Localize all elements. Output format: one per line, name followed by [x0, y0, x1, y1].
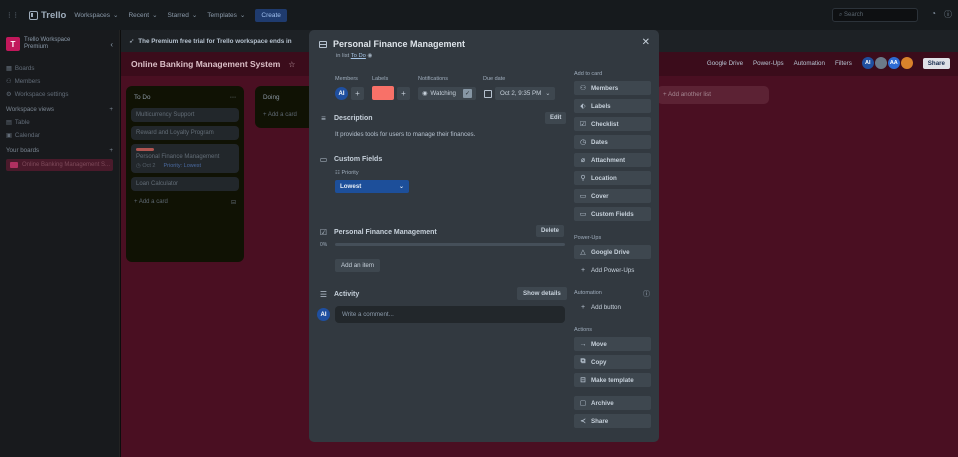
activity-icon: ☰	[319, 290, 328, 299]
description-text[interactable]: It provides tools for users to manage th…	[335, 131, 475, 138]
plus-icon: +	[580, 266, 586, 274]
member-avatar[interactable]: AI	[335, 87, 348, 100]
in-list-info: in list To Do ◉	[336, 53, 373, 59]
card-icon	[319, 40, 327, 48]
list-link[interactable]: To Do	[351, 53, 366, 59]
label-chip[interactable]	[372, 86, 394, 100]
chevron-down-icon: ⌄	[545, 90, 551, 97]
delete-checklist-button[interactable]: Delete	[536, 225, 565, 237]
show-details-button[interactable]: Show details	[517, 287, 567, 300]
move-button[interactable]: → Move	[574, 337, 651, 351]
plus-icon: +	[580, 303, 586, 311]
edit-description-button[interactable]: Edit	[545, 112, 567, 124]
watching-button[interactable]: ◉ Watching ✓	[418, 87, 476, 100]
copy-icon: ⧉	[580, 358, 586, 365]
priority-label: ☷ Priority	[335, 170, 359, 176]
checklist-progress-text: 0%	[320, 242, 328, 248]
priority-select[interactable]: Lowest ⌄	[335, 180, 409, 193]
add-member-button[interactable]: +	[351, 87, 364, 100]
power-ups-label: Power-Ups	[574, 235, 602, 241]
location-button[interactable]: ⚲ Location	[574, 171, 651, 185]
labels-label: Labels	[372, 76, 389, 82]
card-detail-modal: ✕ Personal Finance Management in list To…	[309, 30, 659, 442]
checklist-progress-bar	[335, 243, 565, 246]
pin-icon: ⚲	[580, 175, 586, 182]
add-to-card-label: Add to card	[574, 71, 603, 77]
actions-label: Actions	[574, 327, 593, 333]
activity-header: ☰ Activity	[319, 290, 360, 299]
clock-icon: ◷	[579, 139, 587, 146]
checklist-icon: ☑	[319, 228, 328, 237]
close-icon[interactable]: ✕	[642, 37, 650, 48]
copy-button[interactable]: ⧉ Copy	[574, 355, 651, 369]
due-date-label: Due date	[483, 76, 506, 82]
archive-icon: ▢	[579, 400, 587, 407]
checklist-header: ☑ Personal Finance Management	[319, 228, 437, 237]
person-icon: ⚇	[579, 85, 587, 92]
automation-label: Automation	[574, 290, 602, 296]
description-header: ≡ Description	[319, 114, 372, 123]
checklist-icon: ☑	[579, 121, 587, 128]
add-label-button[interactable]: +	[397, 87, 410, 100]
custom-fields-header: ▭ Custom Fields	[319, 155, 383, 164]
chevron-down-icon: ⌄	[398, 183, 404, 190]
members-button[interactable]: ⚇ Members	[574, 81, 651, 95]
card-title[interactable]: Personal Finance Management	[333, 39, 465, 49]
due-date-button[interactable]: Oct 2, 9:35 PM ⌄	[495, 87, 556, 100]
add-power-ups-button[interactable]: + Add Power-Ups	[574, 263, 651, 277]
tag-icon: ⬖	[580, 103, 586, 110]
share-card-button[interactable]: ≺ Share	[574, 414, 651, 428]
comment-input[interactable]: Write a comment...	[335, 306, 565, 323]
cover-icon: ▭	[579, 193, 587, 200]
cover-button[interactable]: ▭ Cover	[574, 189, 651, 203]
comment-avatar: AI	[317, 308, 330, 321]
google-drive-icon: △	[580, 249, 586, 256]
dates-button[interactable]: ◷ Dates	[574, 135, 651, 149]
checklist-button[interactable]: ☑ Checklist	[574, 117, 651, 131]
google-drive-powerup-button[interactable]: △ Google Drive	[574, 245, 651, 259]
custom-fields-button[interactable]: ▭ Custom Fields	[574, 207, 651, 221]
info-icon[interactable]: ⓘ	[643, 289, 650, 299]
due-complete-checkbox[interactable]	[484, 90, 492, 98]
check-icon: ✓	[462, 89, 472, 98]
description-icon: ≡	[321, 114, 326, 123]
members-label: Members	[335, 76, 358, 82]
add-item-button[interactable]: Add an item	[335, 259, 381, 272]
labels-button[interactable]: ⬖ Labels	[574, 99, 651, 113]
arrow-right-icon: →	[579, 340, 587, 348]
eye-icon: ◉	[367, 53, 373, 59]
eye-icon: ◉	[422, 90, 428, 97]
paperclip-icon: ⌀	[580, 157, 586, 164]
make-template-button[interactable]: ⊟ Make template	[574, 373, 651, 387]
custom-fields-icon: ▭	[319, 155, 328, 164]
custom-fields-icon: ▭	[579, 211, 587, 218]
archive-button[interactable]: ▢ Archive	[574, 396, 651, 410]
template-icon: ⊟	[580, 377, 586, 384]
notifications-label: Notifications	[418, 76, 448, 82]
list-icon: ☷	[335, 170, 340, 176]
add-automation-button[interactable]: + Add button	[574, 300, 651, 314]
attachment-button[interactable]: ⌀ Attachment	[574, 153, 651, 167]
share-icon: ≺	[580, 418, 586, 425]
